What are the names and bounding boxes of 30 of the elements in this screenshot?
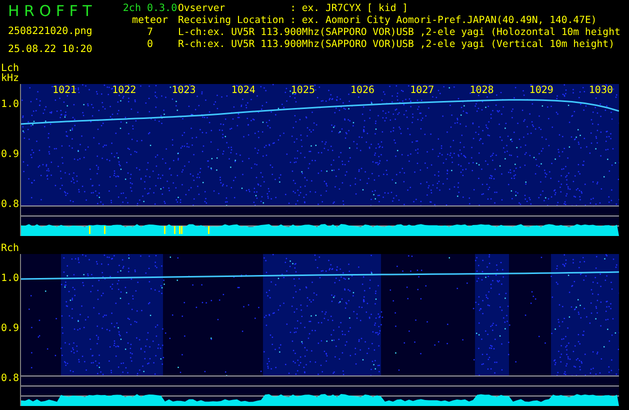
app-title: H R O F F T: [8, 1, 93, 21]
y-axis-label: 1.0: [1, 274, 20, 284]
time-tick-label: 1026: [350, 86, 375, 96]
meteor-count: 7: [146, 27, 154, 39]
time-tick-label: 1021: [52, 86, 77, 96]
station-info-line: Receiving Location : ex. Aomori City Aomori-Pref.JAPAN(40.49N, 140.47E): [178, 15, 598, 27]
time-tick-label: 1024: [231, 86, 256, 96]
time-tick-label: 1029: [529, 86, 554, 96]
unit-label: kHz: [1, 74, 20, 84]
y-axis-label: 0.8: [1, 200, 20, 210]
time-tick-label: 1023: [172, 86, 196, 96]
channel-label: Lch: [1, 64, 20, 74]
y-axis-label: 0.9: [1, 150, 20, 160]
station-info-line: L-ch:ex. UV5R 113.900Mhz(SAPPORO VOR)USB ,2-ele yagi (Holozontal 10m height: [178, 27, 622, 39]
time-tick-label: 1030: [588, 86, 613, 96]
date-time: 25.08.22 10:20: [8, 43, 94, 57]
y-axis-label: 0.9: [1, 324, 20, 334]
station-info-line: R-ch:ex. UV5R 113.900Mhz(SAPPORO VOR)USB ,2-ele yagi (Vertical 10m height): [178, 39, 616, 51]
meteor-label: meteor: [132, 15, 168, 27]
time-tick-label: 1028: [470, 86, 494, 96]
station-info-line: Ovserver : ex. JR7CYX [ kid ]: [178, 3, 410, 15]
y-axis-label: 0.8: [1, 374, 20, 384]
channel-label: Rch: [1, 244, 20, 254]
time-tick-label: 1027: [410, 86, 434, 96]
file-name: 2508221020.png: [8, 25, 94, 39]
version-label: 2ch 0.3.0: [122, 3, 178, 15]
time-tick-label: 1025: [290, 86, 315, 96]
meteor-count: 0: [146, 39, 154, 51]
time-tick-label: 1022: [112, 86, 136, 96]
y-axis-label: 1.0: [1, 100, 20, 110]
